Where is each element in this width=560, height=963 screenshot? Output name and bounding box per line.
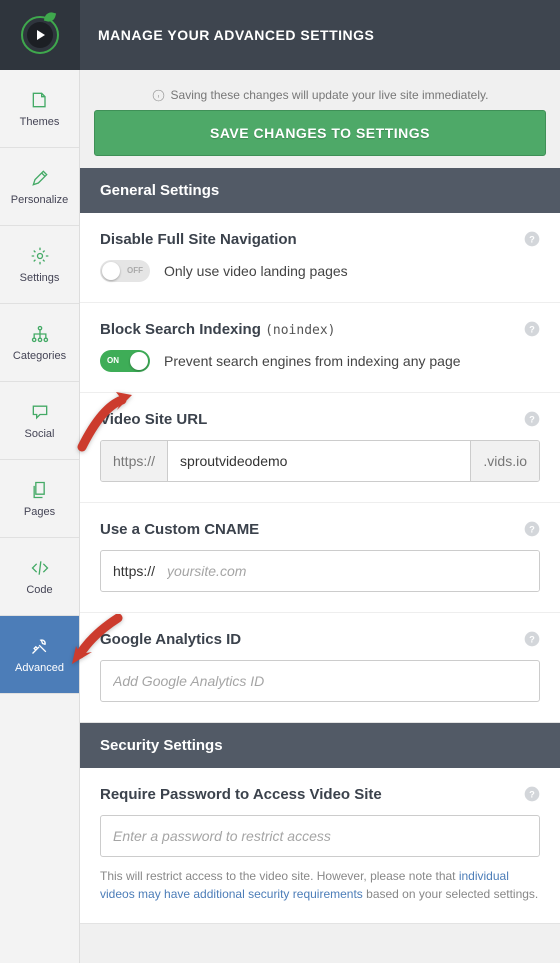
code-icon	[30, 558, 50, 578]
site-url-input-group: https:// .vids.io	[100, 440, 540, 482]
sidebar-item-label: Themes	[20, 116, 60, 128]
password-note: This will restrict access to the video s…	[100, 867, 540, 903]
url-suffix: .vids.io	[470, 441, 539, 481]
hierarchy-icon	[30, 324, 50, 344]
help-icon[interactable]: ?	[524, 521, 540, 537]
save-button[interactable]: SAVE CHANGES TO SETTINGS	[94, 110, 546, 156]
sidebar-item-pages[interactable]: Pages	[0, 460, 79, 538]
field-ga: ? Google Analytics ID	[80, 613, 560, 722]
sidebar-item-categories[interactable]: Categories	[0, 304, 79, 382]
cname-input-group: https://	[100, 550, 540, 592]
info-icon	[152, 89, 165, 102]
svg-text:?: ?	[529, 524, 535, 534]
sidebar-item-label: Settings	[20, 272, 60, 284]
save-notice: Saving these changes will update your li…	[94, 82, 546, 110]
password-input[interactable]	[100, 815, 540, 857]
sidebar: Themes Personalize Settings Categories S…	[0, 70, 80, 963]
field-cname: ? Use a Custom CNAME https://	[80, 503, 560, 613]
sidebar-item-personalize[interactable]: Personalize	[0, 148, 79, 226]
svg-text:?: ?	[529, 234, 535, 244]
field-label: Require Password to Access Video Site	[100, 786, 540, 803]
toggle-knob	[102, 262, 120, 280]
top-bar: MANAGE YOUR ADVANCED SETTINGS	[0, 0, 560, 70]
site-url-input[interactable]	[168, 441, 470, 481]
help-icon[interactable]: ?	[524, 411, 540, 427]
chat-icon	[30, 402, 50, 422]
help-icon[interactable]: ?	[524, 631, 540, 647]
svg-text:?: ?	[529, 414, 535, 424]
sidebar-item-themes[interactable]: Themes	[0, 70, 79, 148]
field-label: Video Site URL	[100, 411, 540, 428]
svg-text:?: ?	[529, 789, 535, 799]
pencil-icon	[30, 168, 50, 188]
sidebar-item-label: Code	[26, 584, 52, 596]
themes-icon	[30, 90, 50, 110]
toggle-block-indexing[interactable]: ON	[100, 350, 150, 372]
annotation-arrow	[68, 614, 128, 673]
url-prefix: https://	[101, 563, 155, 579]
page-title: MANAGE YOUR ADVANCED SETTINGS	[98, 27, 374, 43]
sidebar-item-label: Personalize	[11, 194, 68, 206]
gear-icon	[30, 246, 50, 266]
annotation-arrow	[72, 392, 140, 457]
sidebar-item-social[interactable]: Social	[0, 382, 79, 460]
toggle-description: Prevent search engines from indexing any…	[164, 353, 461, 369]
sidebar-item-label: Advanced	[15, 662, 64, 674]
field-password: ? Require Password to Access Video Site …	[80, 768, 560, 923]
ga-input[interactable]	[100, 660, 540, 702]
field-disable-nav: ? Disable Full Site Navigation OFF Only …	[80, 213, 560, 303]
help-icon[interactable]: ?	[524, 786, 540, 802]
toggle-disable-nav[interactable]: OFF	[100, 260, 150, 282]
sidebar-item-label: Social	[25, 428, 55, 440]
field-label: Google Analytics ID	[100, 631, 540, 648]
section-header-security: Security Settings	[80, 723, 560, 768]
svg-text:?: ?	[529, 634, 535, 644]
help-icon[interactable]: ?	[524, 321, 540, 337]
sidebar-item-label: Categories	[13, 350, 66, 362]
field-site-url: ? Video Site URL https:// .vids.io	[80, 393, 560, 503]
help-icon[interactable]: ?	[524, 231, 540, 247]
pages-icon	[30, 480, 50, 500]
sidebar-item-label: Pages	[24, 506, 55, 518]
sidebar-item-settings[interactable]: Settings	[0, 226, 79, 304]
toggle-knob	[130, 352, 148, 370]
svg-text:?: ?	[529, 324, 535, 334]
field-label: Disable Full Site Navigation	[100, 231, 540, 248]
cname-input[interactable]	[155, 551, 539, 591]
sidebar-item-code[interactable]: Code	[0, 538, 79, 616]
field-label: Block Search Indexing (noindex)	[100, 321, 540, 338]
section-header-general: General Settings	[80, 168, 560, 213]
toggle-description: Only use video landing pages	[164, 263, 348, 279]
field-label: Use a Custom CNAME	[100, 521, 540, 538]
logo-icon	[21, 16, 59, 54]
main-content: Saving these changes will update your li…	[80, 70, 560, 963]
logo[interactable]	[0, 0, 80, 70]
field-block-indexing: ? Block Search Indexing (noindex) ON Pre…	[80, 303, 560, 393]
tools-icon	[30, 636, 50, 656]
